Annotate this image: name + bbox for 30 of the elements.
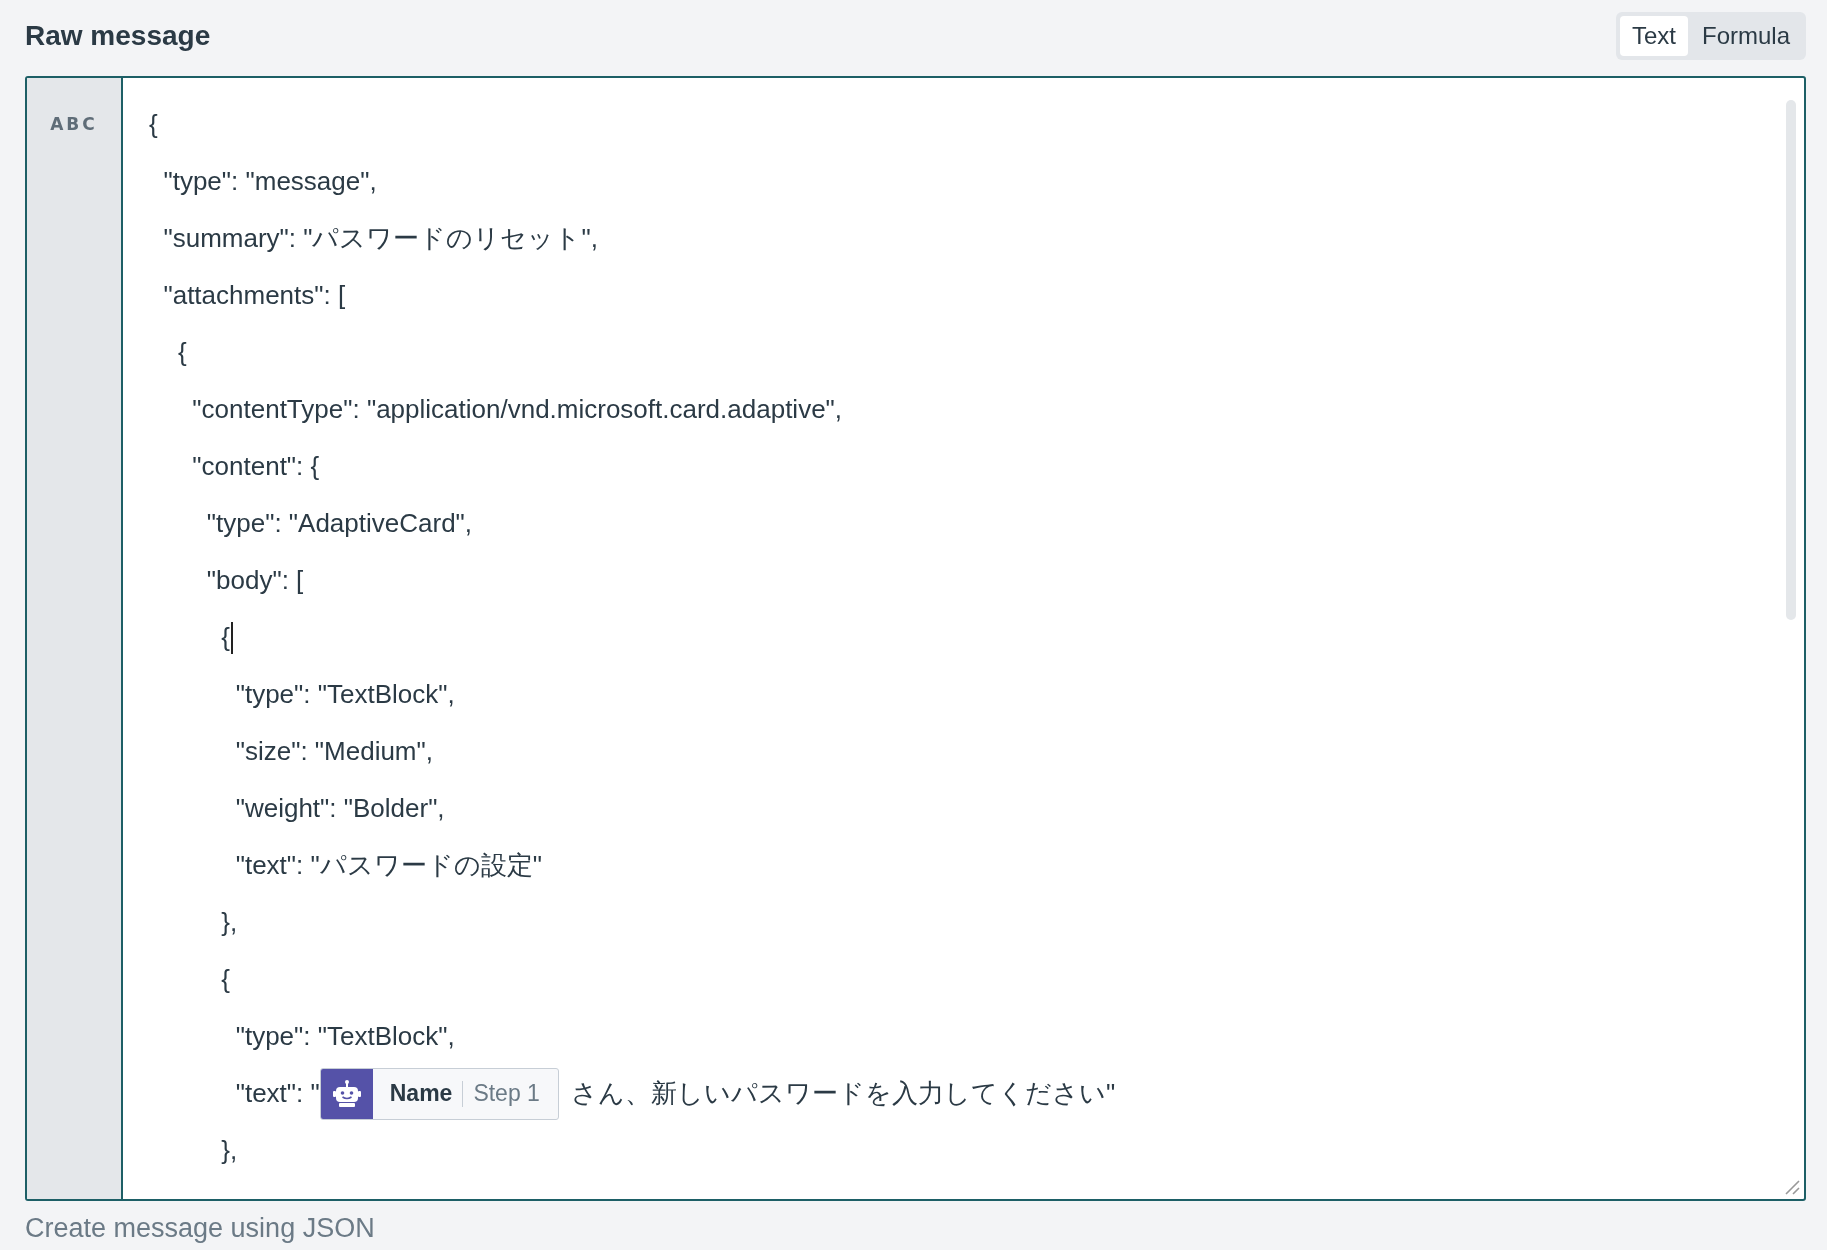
type-label: ABC [50, 114, 98, 134]
resize-grip-icon[interactable] [1784, 1179, 1800, 1195]
mode-tab[interactable]: Text [1619, 16, 1688, 56]
code-line: "text": "パスワードの設定" [234, 849, 542, 882]
code-line: "contentType": "application/vnd.microsoft.card.adaptive", [191, 394, 843, 425]
scrollbar[interactable] [1786, 100, 1796, 620]
code-line: "type": "TextBlock", [234, 679, 455, 710]
code-line: "size": "Medium", [234, 736, 433, 767]
code-line: "type": "message", [162, 166, 377, 197]
code-line: "type": "TextBlock", [234, 1021, 455, 1052]
code-line: さん、新しいパスワードを入力してください" [570, 1077, 1116, 1110]
code-line: { [220, 964, 230, 995]
code-line: }, [220, 907, 238, 938]
code-line: { [220, 622, 230, 653]
variable-pill[interactable]: Name Step 1 [319, 1067, 559, 1120]
code-line: "summary": "パスワードのリセット", [162, 222, 598, 255]
code-line: "weight": "Bolder", [234, 793, 445, 824]
code-line: { [149, 109, 158, 140]
message-editor[interactable] [25, 76, 1806, 1201]
code-line: { [176, 337, 187, 368]
code-line: "content": { [191, 451, 320, 482]
robot-icon [331, 1078, 362, 1109]
code-line: }, [220, 1135, 238, 1166]
mode-tab[interactable]: Formula [1689, 16, 1802, 56]
code-line: "attachments": [ [162, 280, 346, 311]
field-label: Raw message [25, 20, 211, 52]
field-hint: Create message using JSON [25, 1213, 376, 1244]
code-line: "text": " [234, 1078, 320, 1109]
code-line: "type": "AdaptiveCard", [205, 508, 473, 539]
code-line: "body": [ [205, 565, 304, 596]
